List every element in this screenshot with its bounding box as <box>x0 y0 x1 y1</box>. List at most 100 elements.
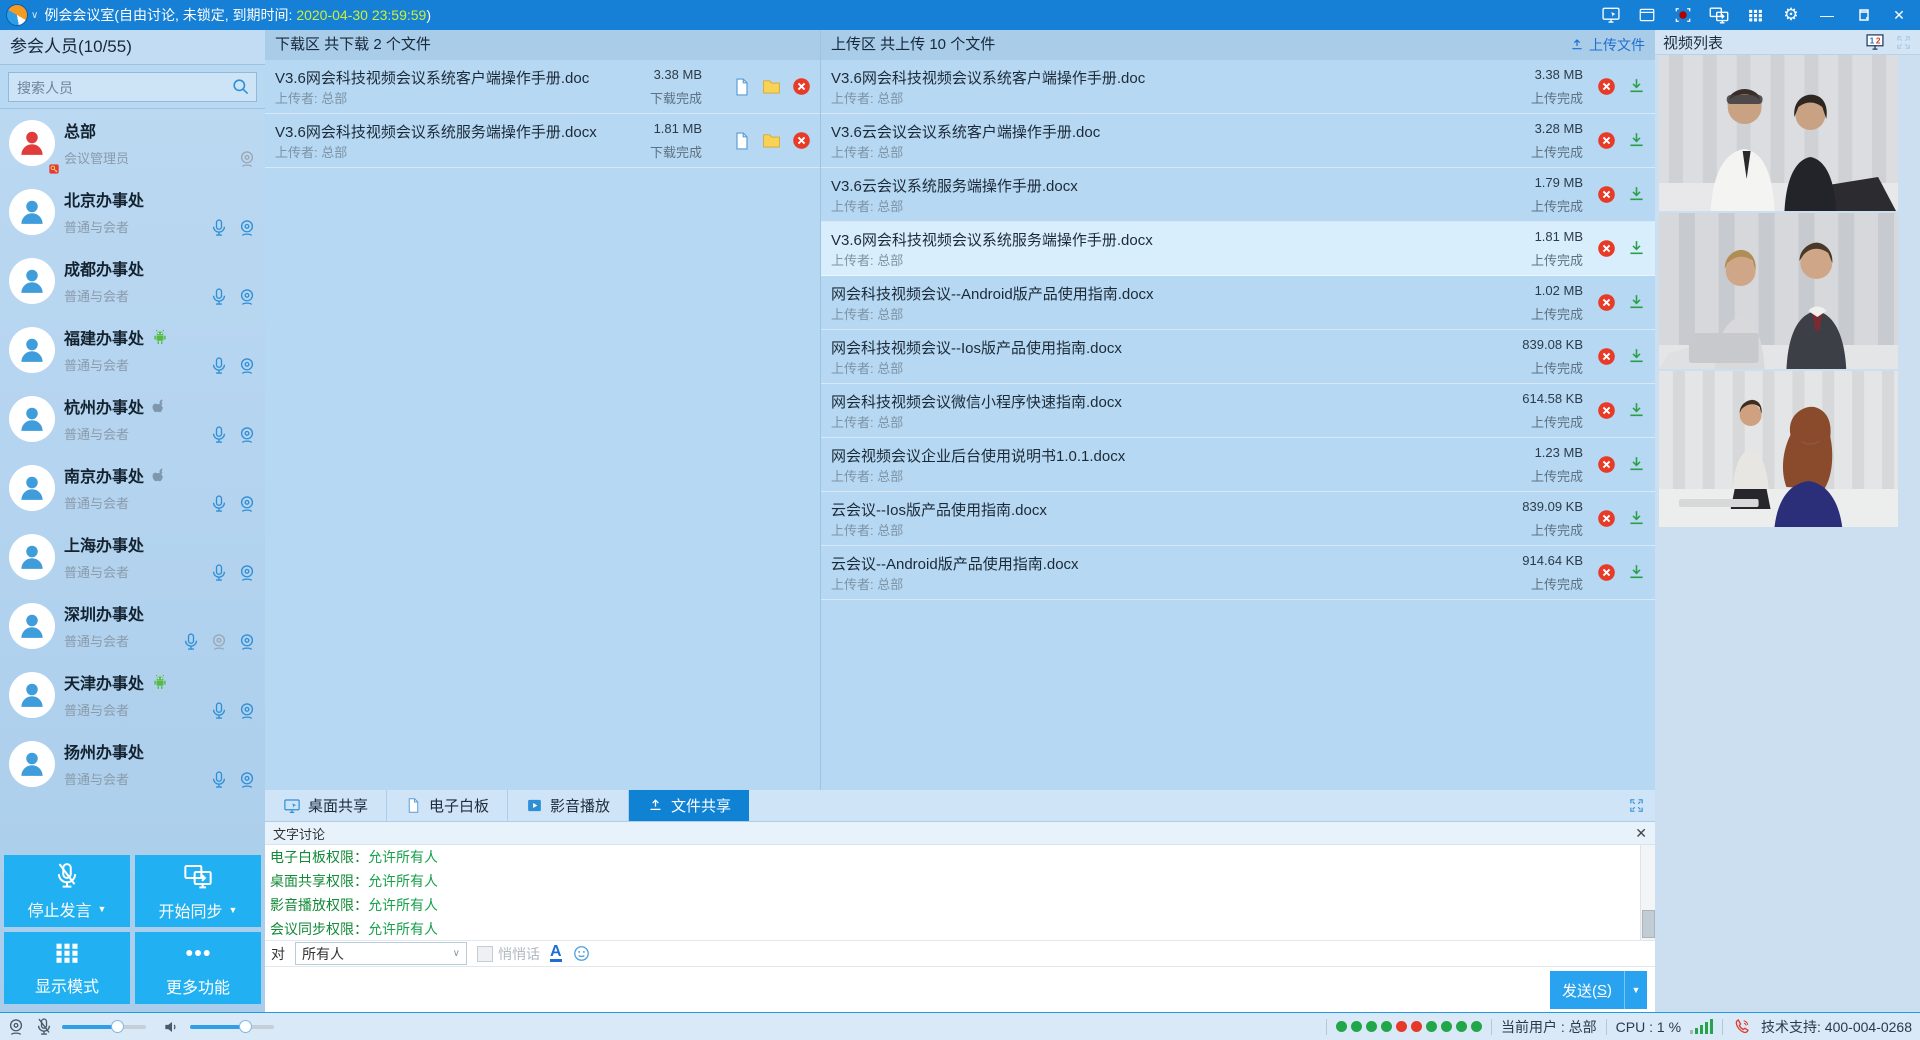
download-icon[interactable] <box>1626 292 1647 313</box>
webcam-icon[interactable] <box>237 287 257 307</box>
delete-icon[interactable] <box>1596 346 1617 367</box>
upload-file-row-selected[interactable]: V3.6网会科技视频会议系统服务端操作手册.docx 上传者: 总部 1.81 … <box>821 222 1655 276</box>
sync-icon[interactable] <box>1706 4 1732 26</box>
upload-file-row[interactable]: 云会议--Android版产品使用指南.docx 上传者: 总部 914.64 … <box>821 546 1655 600</box>
upload-file-row[interactable]: V3.6网会科技视频会议系统客户端操作手册.doc 上传者: 总部 3.38 M… <box>821 60 1655 114</box>
window-icon[interactable] <box>1634 4 1660 26</box>
close-icon[interactable]: ✕ <box>1635 826 1647 840</box>
checkbox[interactable] <box>477 946 493 962</box>
font-style-button[interactable]: A <box>550 945 562 962</box>
screen-share-icon[interactable] <box>1598 4 1624 26</box>
webcam-icon[interactable] <box>237 425 257 445</box>
chevron-down-icon[interactable]: ∨ <box>31 10 38 21</box>
participant-video[interactable] <box>1659 371 1898 527</box>
participant-video[interactable] <box>1659 213 1898 369</box>
search-box[interactable] <box>8 72 257 102</box>
microphone-icon[interactable] <box>209 218 229 238</box>
participant-row-nanjing[interactable]: 南京办事处 普通与会者 <box>0 453 265 522</box>
delete-icon[interactable] <box>1596 400 1617 421</box>
download-file-row[interactable]: V3.6网会科技视频会议系统客户端操作手册.doc 上传者: 总部 3.38 M… <box>265 60 820 114</box>
microphone-icon[interactable] <box>181 632 201 652</box>
participant-row-yangzhou[interactable]: 扬州办事处 普通与会者 <box>0 729 265 798</box>
microphone-icon[interactable] <box>209 356 229 376</box>
microphone-icon[interactable] <box>209 770 229 790</box>
expand-panel-icon[interactable] <box>1628 797 1645 814</box>
microphone-icon[interactable] <box>209 425 229 445</box>
delete-icon[interactable] <box>1596 130 1617 151</box>
record-icon[interactable] <box>1670 4 1696 26</box>
download-icon[interactable] <box>1626 130 1647 151</box>
delete-icon[interactable] <box>791 130 812 151</box>
stop-speaking-button[interactable]: 停止发言▼ <box>4 855 130 927</box>
webcam-icon[interactable] <box>237 701 257 721</box>
emoji-icon[interactable] <box>572 944 591 963</box>
webcam-icon[interactable] <box>237 632 257 652</box>
webcam-icon[interactable] <box>237 563 257 583</box>
minimize-icon[interactable]: — <box>1814 4 1840 26</box>
microphone-icon[interactable] <box>209 563 229 583</box>
open-file-icon[interactable] <box>732 131 752 151</box>
chat-scrollbar[interactable] <box>1640 845 1655 940</box>
maximize-icon[interactable] <box>1850 4 1876 26</box>
participant-row-shenzhen[interactable]: 深圳办事处 普通与会者 <box>0 591 265 660</box>
delete-icon[interactable] <box>1596 454 1617 475</box>
upload-file-row[interactable]: 网会视频会议企业后台使用说明书1.0.1.docx 上传者: 总部 1.23 M… <box>821 438 1655 492</box>
display-mode-button[interactable]: 显示模式 <box>4 932 130 1004</box>
tab-media-play[interactable]: 影音播放 <box>508 790 629 821</box>
microphone-icon[interactable] <box>209 494 229 514</box>
upload-file-row[interactable]: V3.6云会议会议系统客户端操作手册.doc 上传者: 总部 3.28 MB 上… <box>821 114 1655 168</box>
upload-file-row[interactable]: 网会科技视频会议微信小程序快速指南.docx 上传者: 总部 614.58 KB… <box>821 384 1655 438</box>
search-input[interactable] <box>15 74 219 102</box>
settings-gear-icon[interactable]: ⚙ <box>1778 4 1804 26</box>
dual-monitor-icon[interactable] <box>1865 32 1885 52</box>
participant-row-shanghai[interactable]: 上海办事处 普通与会者 <box>0 522 265 591</box>
slider-knob[interactable] <box>111 1020 124 1033</box>
slider-knob[interactable] <box>239 1020 252 1033</box>
download-icon[interactable] <box>1626 562 1647 583</box>
delete-icon[interactable] <box>1596 76 1617 97</box>
webcam-icon[interactable] <box>237 218 257 238</box>
upload-file-row[interactable]: 网会科技视频会议--Android版产品使用指南.docx 上传者: 总部 1.… <box>821 276 1655 330</box>
webcam-off-icon[interactable] <box>209 632 229 652</box>
download-icon[interactable] <box>1626 508 1647 529</box>
upload-file-row[interactable]: V3.6云会议系统服务端操作手册.docx 上传者: 总部 1.79 MB 上传… <box>821 168 1655 222</box>
delete-icon[interactable] <box>1596 184 1617 205</box>
open-folder-icon[interactable] <box>761 130 782 151</box>
send-button[interactable]: 发送(S) <box>1550 971 1624 1009</box>
webcam-icon[interactable] <box>6 1017 26 1037</box>
message-input[interactable]: 发送(S) ▼ <box>265 968 1655 1012</box>
dialpad-icon[interactable] <box>1742 4 1768 26</box>
start-sync-button[interactable]: 开始同步▼ <box>135 855 261 927</box>
upload-file-row[interactable]: 网会科技视频会议--Ios版产品使用指南.docx 上传者: 总部 839.08… <box>821 330 1655 384</box>
more-functions-button[interactable]: 更多功能 <box>135 932 261 1004</box>
participant-row-tianjin[interactable]: 天津办事处 普通与会者 <box>0 660 265 729</box>
speaker-icon[interactable] <box>162 1017 182 1037</box>
microphone-muted-icon[interactable] <box>34 1017 54 1037</box>
webcam-icon[interactable] <box>237 149 257 169</box>
download-icon[interactable] <box>1626 76 1647 97</box>
webcam-icon[interactable] <box>237 356 257 376</box>
speaker-volume-slider[interactable] <box>190 1025 274 1029</box>
download-file-row[interactable]: V3.6网会科技视频会议系统服务端操作手册.docx 上传者: 总部 1.81 … <box>265 114 820 168</box>
download-icon[interactable] <box>1626 184 1647 205</box>
participant-row-hq[interactable]: 总部 会议管理员 <box>0 108 265 177</box>
delete-icon[interactable] <box>1596 508 1617 529</box>
webcam-icon[interactable] <box>237 770 257 790</box>
delete-icon[interactable] <box>791 76 812 97</box>
recipient-select[interactable]: 所有人∨ <box>295 942 467 965</box>
participant-row-fujian[interactable]: 福建办事处 普通与会者 <box>0 315 265 384</box>
microphone-icon[interactable] <box>209 287 229 307</box>
chat-messages[interactable]: 电子白板权限：允许所有人 桌面共享权限：允许所有人 影音播放权限：允许所有人 会… <box>265 845 1641 940</box>
delete-icon[interactable] <box>1596 292 1617 313</box>
send-options-button[interactable]: ▼ <box>1624 971 1647 1009</box>
participant-row-hangzhou[interactable]: 杭州办事处 普通与会者 <box>0 384 265 453</box>
participant-row-chengdu[interactable]: 成都办事处 普通与会者 <box>0 246 265 315</box>
open-file-icon[interactable] <box>732 77 752 97</box>
download-icon[interactable] <box>1626 238 1647 259</box>
download-icon[interactable] <box>1626 454 1647 475</box>
delete-icon[interactable] <box>1596 238 1617 259</box>
open-folder-icon[interactable] <box>761 76 782 97</box>
delete-icon[interactable] <box>1596 562 1617 583</box>
mic-volume-slider[interactable] <box>62 1025 146 1029</box>
upload-file-row[interactable]: 云会议--Ios版产品使用指南.docx 上传者: 总部 839.09 KB 上… <box>821 492 1655 546</box>
